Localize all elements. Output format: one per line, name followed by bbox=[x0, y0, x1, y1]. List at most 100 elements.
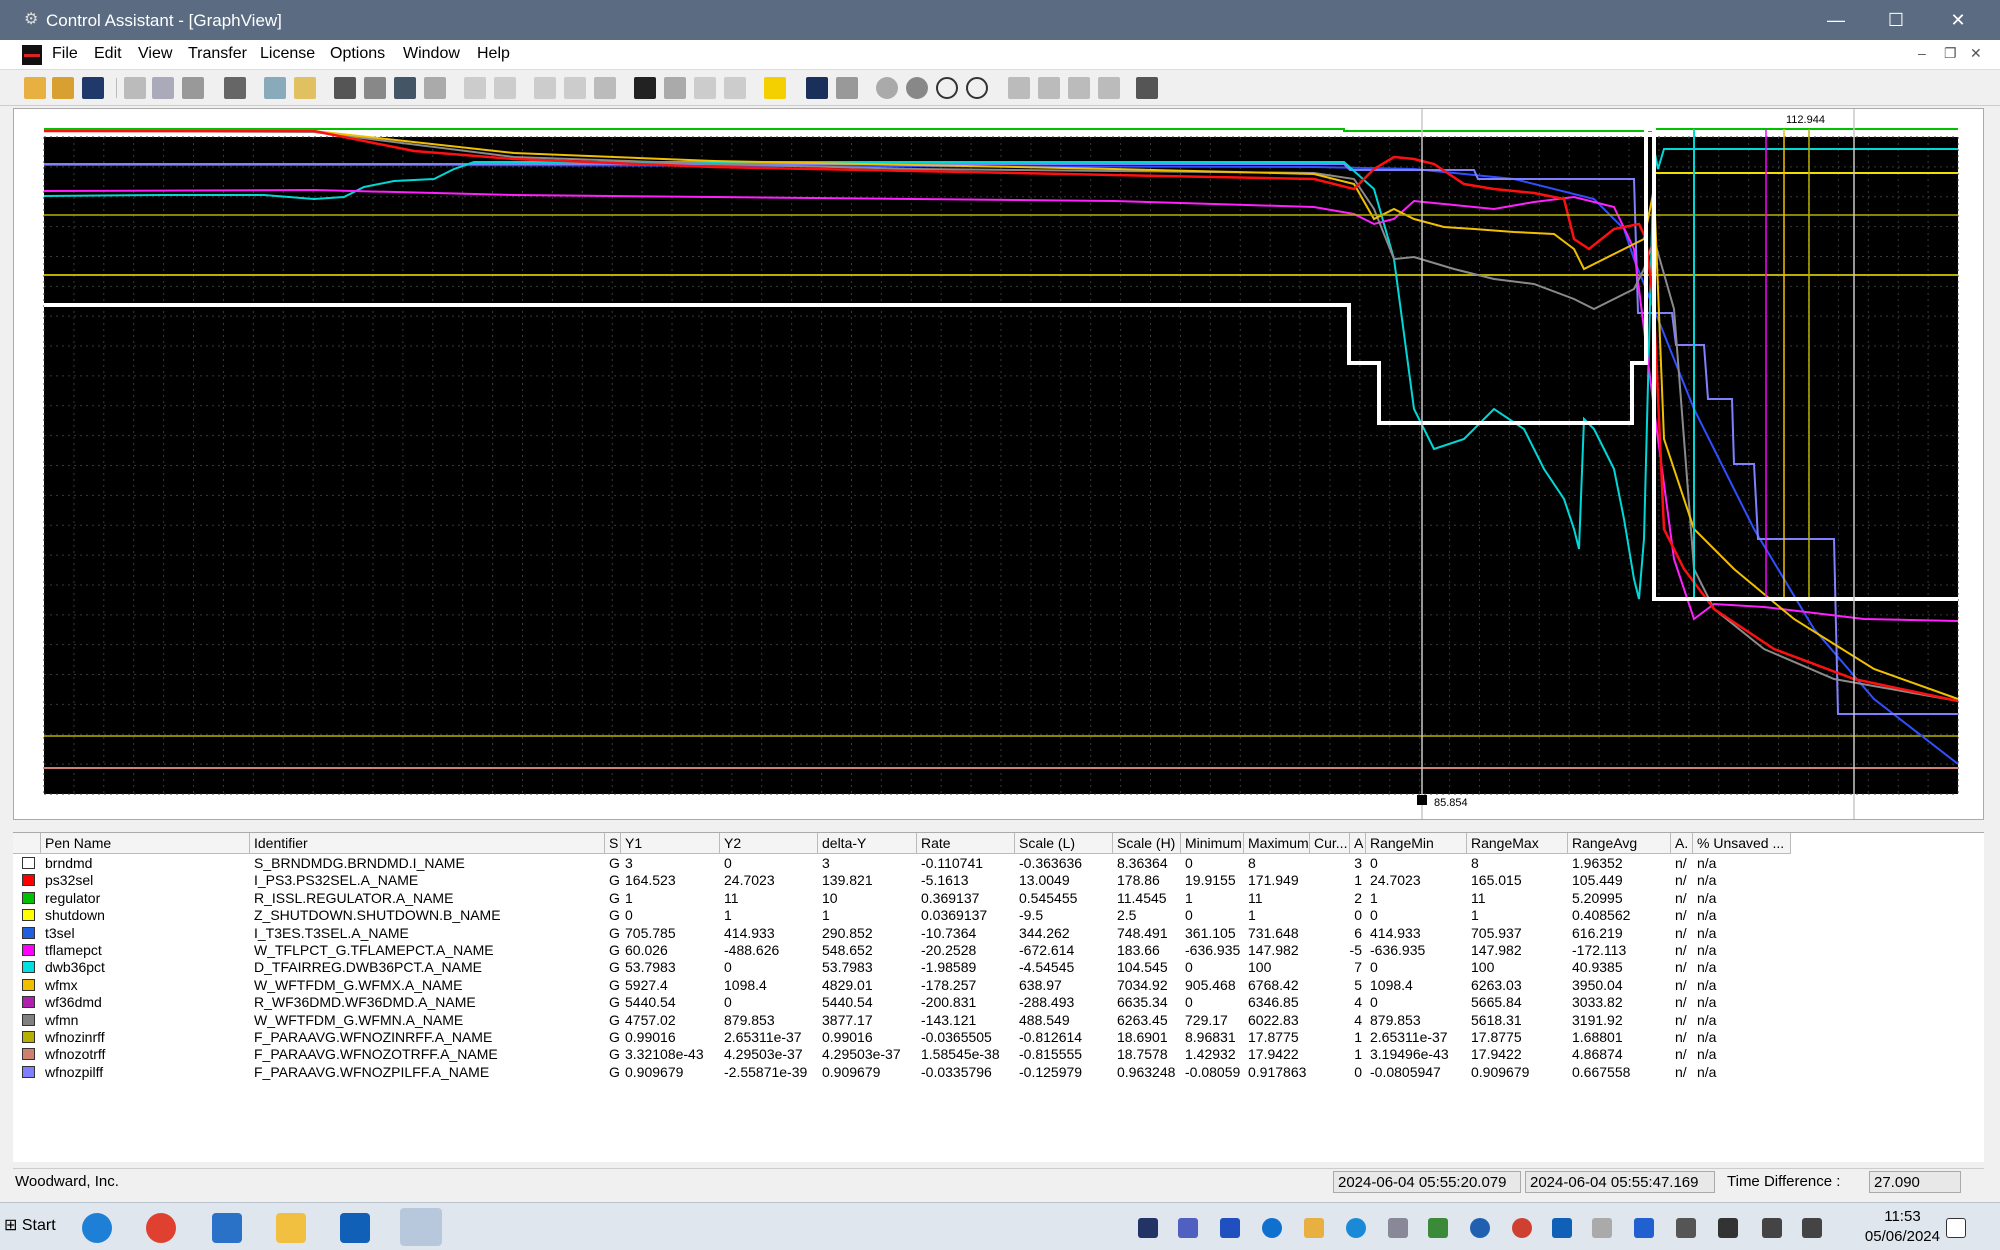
arrow-down-icon[interactable] bbox=[1098, 77, 1120, 99]
header-sl[interactable]: Scale (L) bbox=[1015, 833, 1113, 854]
outlook-icon[interactable] bbox=[340, 1213, 370, 1243]
battery-icon[interactable] bbox=[1718, 1218, 1738, 1238]
header-y2[interactable]: Y2 bbox=[720, 833, 818, 854]
tray-teams-icon[interactable] bbox=[1178, 1218, 1198, 1238]
tray-app2-icon[interactable] bbox=[1388, 1218, 1408, 1238]
table-row[interactable]: brndmd S_BRNDMDG.BRNDMD.I_NAME G 3 0 3 -0.1107… bbox=[13, 855, 1984, 872]
pen-color-swatch[interactable] bbox=[22, 1013, 35, 1026]
tray-globe-icon[interactable] bbox=[1262, 1218, 1282, 1238]
open-folder-icon[interactable] bbox=[52, 77, 74, 99]
tray-mail-icon[interactable] bbox=[1304, 1218, 1324, 1238]
pen-color-swatch[interactable] bbox=[22, 874, 35, 887]
table-row[interactable]: t3sel I_T3ES.T3SEL.A_NAME G 705.785 414.933 2… bbox=[13, 925, 1984, 942]
graph-view-icon[interactable] bbox=[22, 45, 42, 65]
header-dy[interactable]: delta-Y bbox=[818, 833, 917, 854]
settings-icon[interactable] bbox=[1136, 77, 1158, 99]
menu-view[interactable]: View bbox=[138, 45, 172, 63]
table-row[interactable]: regulator R_ISSL.REGULATOR.A_NAME G 1 11 10 0.… bbox=[13, 890, 1984, 907]
header-uns[interactable]: % Unsaved ... bbox=[1693, 833, 1791, 854]
mdi-close-button[interactable]: ✕ bbox=[1970, 45, 1982, 62]
move-pen-icon[interactable] bbox=[394, 77, 416, 99]
tray-sync-icon[interactable] bbox=[1470, 1218, 1490, 1238]
table-row[interactable]: wfmx W_WFTFDM_G.WFMX.A_NAME G 5927.4 1098.4 4… bbox=[13, 977, 1984, 994]
tray-usb-icon[interactable] bbox=[1592, 1218, 1612, 1238]
pen-table[interactable]: Pen Name Identifier S Y1 Y2 delta-Y Rate Scale … bbox=[13, 832, 1984, 1162]
notifications-icon[interactable] bbox=[1946, 1218, 1966, 1238]
tray-m-icon[interactable] bbox=[1220, 1218, 1240, 1238]
pen-color-swatch[interactable] bbox=[22, 926, 35, 939]
control-assistant-taskbar-icon[interactable] bbox=[400, 1208, 442, 1246]
minimize-button[interactable]: — bbox=[1806, 0, 1866, 40]
lock-icon[interactable] bbox=[534, 77, 556, 99]
header-s[interactable]: S bbox=[605, 833, 621, 854]
new-folder-icon[interactable] bbox=[24, 77, 46, 99]
table-row[interactable]: shutdown Z_SHUTDOWN.SHUTDOWN.B_NAME G 0 1 1 0.… bbox=[13, 907, 1984, 924]
tray-security-icon[interactable] bbox=[1676, 1218, 1696, 1238]
save-graph-icon[interactable] bbox=[836, 77, 858, 99]
menu-help[interactable]: Help bbox=[477, 45, 510, 63]
cut-icon[interactable] bbox=[124, 77, 146, 99]
table-row[interactable]: wfnozotrff F_PARAAVG.WFNOZOTRFF.A_NAME G 3.… bbox=[13, 1046, 1984, 1063]
binoculars-icon[interactable] bbox=[634, 77, 656, 99]
maximize-button[interactable]: ☐ bbox=[1866, 0, 1926, 40]
start-button[interactable]: ⊞ Start bbox=[4, 1215, 56, 1235]
tray-chat-icon[interactable] bbox=[1346, 1218, 1366, 1238]
close-button[interactable]: ✕ bbox=[1928, 0, 1988, 40]
header-rmax[interactable]: RangeMax bbox=[1467, 833, 1568, 854]
header-sh[interactable]: Scale (H) bbox=[1113, 833, 1181, 854]
header-cur[interactable]: Cur... bbox=[1310, 833, 1350, 854]
table-row[interactable]: wfnozpilff F_PARAAVG.WFNOZPILFF.A_NAME G 0.… bbox=[13, 1064, 1984, 1081]
header-ravg[interactable]: RangeAvg bbox=[1568, 833, 1671, 854]
chrome-icon[interactable] bbox=[146, 1213, 176, 1243]
header-id[interactable]: Identifier bbox=[250, 833, 605, 854]
pen-color-swatch[interactable] bbox=[22, 891, 35, 904]
pen-properties-icon[interactable] bbox=[424, 77, 446, 99]
warning-icon[interactable] bbox=[764, 77, 786, 99]
filter-icon[interactable] bbox=[464, 77, 486, 99]
tray-app4-icon[interactable] bbox=[1512, 1218, 1532, 1238]
upload-icon[interactable] bbox=[694, 77, 716, 99]
table-row[interactable]: wf36dmd R_WF36DMD.WF36DMD.A_NAME G 5440.54 0… bbox=[13, 994, 1984, 1011]
menu-options[interactable]: Options bbox=[330, 45, 385, 63]
menu-file[interactable]: File bbox=[52, 45, 78, 63]
filter-clear-icon[interactable] bbox=[494, 77, 516, 99]
header-y1[interactable]: Y1 bbox=[621, 833, 720, 854]
header-rate[interactable]: Rate bbox=[917, 833, 1015, 854]
play-icon[interactable] bbox=[906, 77, 928, 99]
pin-icon[interactable] bbox=[594, 77, 616, 99]
pen-color-swatch[interactable] bbox=[22, 1048, 35, 1061]
zoom-out-icon[interactable] bbox=[966, 77, 988, 99]
delete-pen-icon[interactable] bbox=[364, 77, 386, 99]
pen-color-swatch[interactable] bbox=[22, 857, 35, 869]
tray-app1-icon[interactable] bbox=[1138, 1218, 1158, 1238]
table-row[interactable]: tflamepct W_TFLPCT_G.TFLAMEPCT.A_NAME G 60.… bbox=[13, 942, 1984, 959]
lock-pen-icon[interactable] bbox=[564, 77, 586, 99]
download-icon[interactable] bbox=[724, 77, 746, 99]
tray-bluetooth-icon[interactable] bbox=[1634, 1218, 1654, 1238]
table-row[interactable]: wfnozinrff F_PARAAVG.WFNOZINRFF.A_NAME G 0.… bbox=[13, 1029, 1984, 1046]
tray-app3-icon[interactable] bbox=[1428, 1218, 1448, 1238]
header-a2[interactable]: A. bbox=[1671, 833, 1693, 854]
pen-color-swatch[interactable] bbox=[22, 961, 35, 974]
file-explorer-icon[interactable] bbox=[276, 1213, 306, 1243]
edge-icon[interactable] bbox=[82, 1213, 112, 1243]
copy-graph-icon[interactable] bbox=[264, 77, 286, 99]
table-row[interactable]: wfmn W_WFTFDM_G.WFMN.A_NAME G 4757.02 879.85… bbox=[13, 1012, 1984, 1029]
graph-panel[interactable]: 85.854 112.944 bbox=[13, 108, 1984, 820]
header-color[interactable] bbox=[13, 833, 41, 854]
pen-color-swatch[interactable] bbox=[22, 909, 35, 922]
pen-color-swatch[interactable] bbox=[22, 996, 35, 1009]
tray-outlook-icon[interactable] bbox=[1552, 1218, 1572, 1238]
wifi-icon[interactable] bbox=[1762, 1218, 1782, 1238]
trend-icon[interactable] bbox=[806, 77, 828, 99]
mdi-minimize-button[interactable]: – bbox=[1918, 45, 1926, 61]
menu-license[interactable]: License bbox=[260, 45, 315, 63]
print-icon[interactable] bbox=[224, 77, 246, 99]
pen-color-swatch[interactable] bbox=[22, 1065, 35, 1078]
menu-transfer[interactable]: Transfer bbox=[188, 45, 247, 63]
menu-window[interactable]: Window bbox=[403, 45, 460, 63]
add-pen-icon[interactable] bbox=[334, 77, 356, 99]
volume-icon[interactable] bbox=[1802, 1218, 1822, 1238]
left-cursor-handle[interactable] bbox=[1417, 795, 1427, 805]
arrow-up-icon[interactable] bbox=[1068, 77, 1090, 99]
